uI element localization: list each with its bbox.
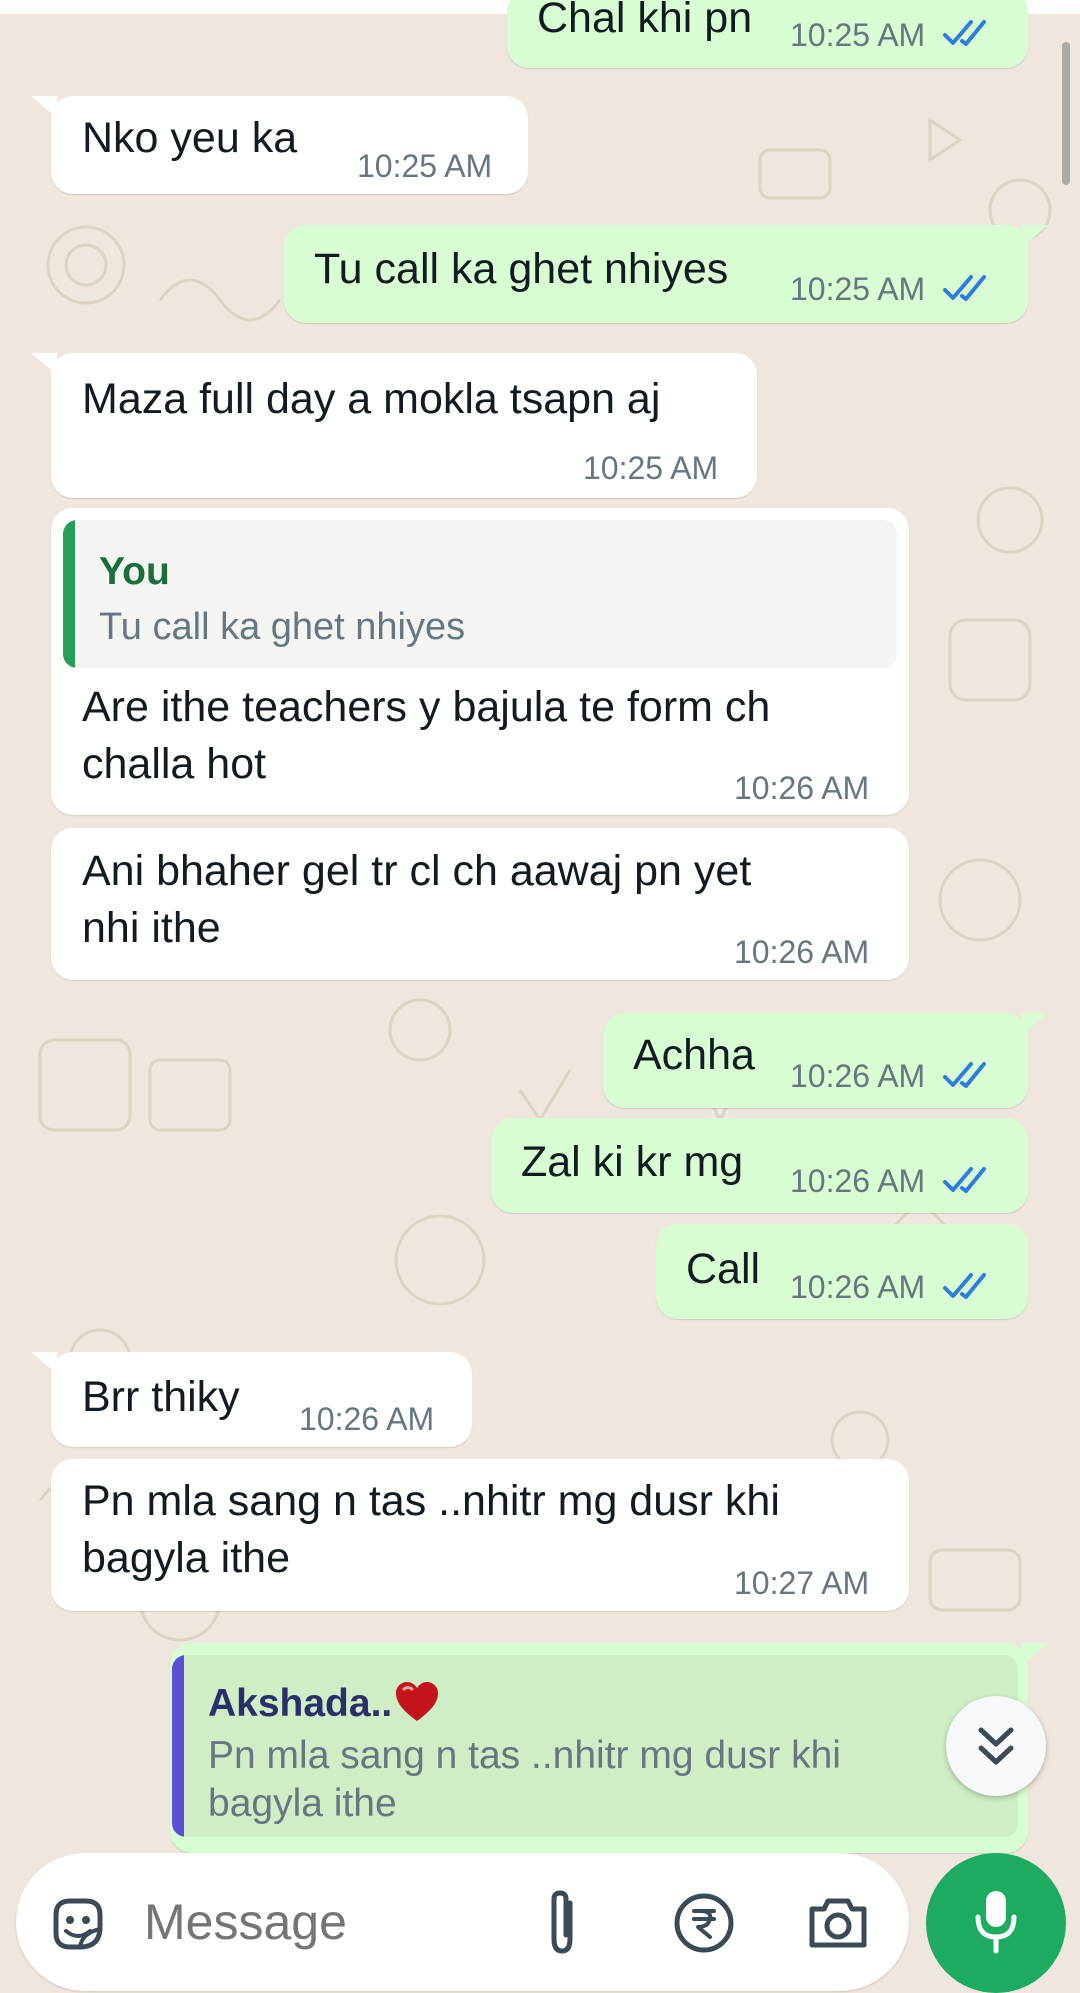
- message-incoming[interactable]: Pn mla sang n tas ..nhitr mg dusr khi ba…: [51, 1459, 909, 1611]
- read-ticks-icon: [943, 1062, 986, 1088]
- message-outgoing[interactable]: Chal khi pn 10:25 AM: [507, 0, 1028, 68]
- voice-message-button[interactable]: [926, 1853, 1066, 1993]
- quoted-text: Tu call ka ghet nhiyes: [99, 606, 466, 648]
- rupee-payment-icon[interactable]: [672, 1891, 736, 1955]
- read-ticks-icon: [943, 20, 986, 46]
- quoted-text-line: bagyla ithe: [208, 1782, 397, 1825]
- message-incoming[interactable]: Ani bhaher gel tr cl ch aawaj pn yet nhi…: [51, 828, 909, 980]
- message-text: Tu call ka ghet nhiyes: [314, 245, 729, 293]
- message-outgoing-reply[interactable]: Akshada.. Pn mla sang n tas ..nhitr mg d…: [170, 1643, 1048, 1853]
- double-chevron-down-icon: [978, 1727, 1014, 1765]
- message-text-line: challa hot: [82, 740, 267, 788]
- message-text: Nko yeu ka: [82, 114, 298, 162]
- message-text-line: nhi ithe: [82, 904, 221, 952]
- message-composer[interactable]: [16, 1853, 909, 1991]
- scrollbar[interactable]: [1062, 42, 1070, 185]
- message-time: 10:26 AM: [299, 1401, 435, 1437]
- quoted-message[interactable]: Akshada.. Pn mla sang n tas ..nhitr mg d…: [172, 1655, 1018, 1837]
- camera-icon[interactable]: [806, 1893, 870, 1951]
- message-time: 10:25 AM: [357, 148, 493, 184]
- message-list[interactable]: Chal khi pn 10:25 AM Nko yeu ka 10:25 AM…: [0, 0, 1080, 1853]
- message-time: 10:25 AM: [790, 17, 926, 53]
- read-ticks-icon: [943, 1167, 986, 1193]
- message-text-line: Are ithe teachers y bajula te form ch: [82, 683, 771, 731]
- message-time: 10:25 AM: [583, 450, 719, 486]
- message-input[interactable]: [144, 1893, 524, 1951]
- message-text-line: bagyla ithe: [82, 1534, 290, 1582]
- attach-icon[interactable]: [540, 1889, 584, 1959]
- message-time: 10:26 AM: [734, 934, 870, 970]
- message-time: 10:26 AM: [790, 1163, 926, 1199]
- message-time: 10:26 AM: [734, 770, 870, 806]
- message-outgoing[interactable]: Call 10:26 AM: [656, 1224, 1028, 1319]
- message-outgoing[interactable]: Zal ki kr mg 10:26 AM: [491, 1118, 1028, 1213]
- scroll-to-bottom-button[interactable]: [946, 1696, 1046, 1796]
- quoted-author: Akshada..: [208, 1682, 393, 1725]
- message-time: 10:27 AM: [734, 1565, 870, 1601]
- message-time: 10:25 AM: [790, 271, 926, 307]
- message-incoming-reply[interactable]: You Tu call ka ghet nhiyes Are ithe teac…: [51, 508, 909, 815]
- message-text: Maza full day a mokla tsapn aj: [82, 375, 661, 423]
- mic-icon: [975, 1891, 1017, 1954]
- message-incoming[interactable]: Nko yeu ka 10:25 AM: [31, 96, 528, 194]
- quote-accent-bar: [63, 520, 75, 668]
- quoted-message[interactable]: You Tu call ka ghet nhiyes: [63, 520, 897, 668]
- message-outgoing[interactable]: Tu call ka ghet nhiyes 10:25 AM: [284, 225, 1048, 323]
- message-text: Zal ki kr mg: [521, 1138, 744, 1186]
- quote-accent-bar: [172, 1655, 184, 1837]
- sticker-icon[interactable]: [46, 1893, 110, 1957]
- read-ticks-icon: [943, 1273, 986, 1299]
- message-text: Chal khi pn: [537, 0, 753, 42]
- message-text: Brr thiky: [82, 1373, 240, 1421]
- message-text-line: Ani bhaher gel tr cl ch aawaj pn yet: [82, 847, 752, 895]
- heart-icon: [396, 1682, 438, 1721]
- message-incoming[interactable]: Brr thiky 10:26 AM: [31, 1352, 472, 1447]
- quoted-text-line: Pn mla sang n tas ..nhitr mg dusr khi: [208, 1734, 841, 1777]
- quoted-author: You: [99, 550, 170, 593]
- message-time: 10:26 AM: [790, 1269, 926, 1305]
- read-ticks-icon: [943, 275, 986, 301]
- message-incoming[interactable]: Maza full day a mokla tsapn aj 10:25 AM: [31, 353, 757, 498]
- message-text: Call: [686, 1245, 761, 1293]
- message-text: Achha: [633, 1031, 755, 1079]
- message-outgoing[interactable]: Achha 10:26 AM: [603, 1013, 1048, 1108]
- message-text-line: Pn mla sang n tas ..nhitr mg dusr khi: [82, 1477, 780, 1525]
- message-time: 10:26 AM: [790, 1058, 926, 1094]
